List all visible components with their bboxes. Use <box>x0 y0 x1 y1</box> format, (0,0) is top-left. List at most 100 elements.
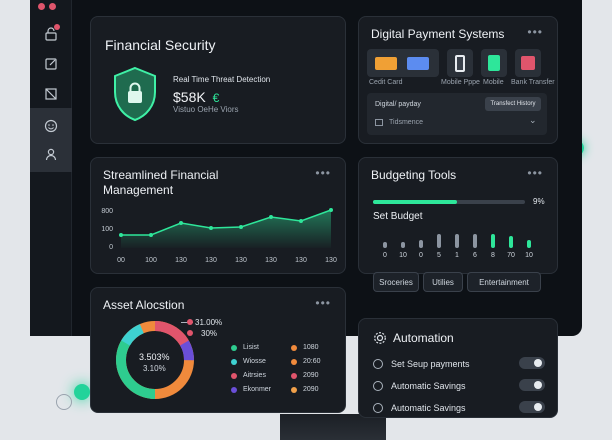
gear-icon <box>374 332 386 344</box>
legend-label: Lisist <box>243 344 259 351</box>
budget-bar-label: 10 <box>525 252 533 259</box>
automation-item-2: Automatic Savings <box>391 381 466 391</box>
automation-toggle-bg-1 <box>519 355 545 371</box>
legend-value: 20:60 <box>303 358 321 365</box>
data-point <box>119 233 123 237</box>
automation-toggle-3[interactable] <box>519 401 545 413</box>
budget-progress-track <box>373 200 525 204</box>
category-chip-entertainment[interactable]: Entertainment <box>467 272 541 292</box>
data-point <box>299 219 303 223</box>
trend-chart: 800100000 100 130 130 130 130 130 130 <box>101 208 337 264</box>
legend-value-dot <box>291 373 297 379</box>
asset-allocation-card: Asset Alocstion ••• 3.503% 3.10% 31.00% … <box>90 287 346 413</box>
callout-dot-1 <box>187 319 193 325</box>
budget-bar-label: 0 <box>419 252 423 259</box>
slash-icon <box>45 88 57 100</box>
data-point <box>269 215 273 219</box>
automation-toggle-bg-3 <box>519 399 545 415</box>
financial-security-card: Financial Security Real Time Threat Dete… <box>90 16 346 144</box>
payment-panel-label: Digital/ payday <box>375 101 421 108</box>
window-controls <box>38 0 56 15</box>
x-tick-label: 130 <box>175 257 187 264</box>
budget-bar-label: 6 <box>473 252 477 259</box>
legend-dot <box>231 387 237 393</box>
legend-dot <box>231 359 237 365</box>
payment-method-card[interactable] <box>367 49 439 77</box>
category-chip-utilities[interactable]: Utilies <box>423 272 463 292</box>
y-tick-label: 800 <box>101 208 113 215</box>
budget-bar <box>401 242 405 248</box>
mobile-app-icon <box>488 55 500 71</box>
payment-systems-card: Digital Payment Systems ••• Cedit Card M… <box>358 16 558 144</box>
legend-dot <box>231 373 237 379</box>
callout-dot-2 <box>187 330 193 336</box>
payment-more-icon[interactable]: ••• <box>527 25 543 39</box>
payment-method-mobile[interactable] <box>481 49 507 77</box>
payment-method-label-card: Cedit Card <box>369 79 403 86</box>
bank-transfer-icon <box>521 56 535 70</box>
payment-method-mobile-pay[interactable] <box>447 49 473 77</box>
x-tick-label: 130 <box>205 257 217 264</box>
security-subtext: Vistuo OeHe Viors <box>173 105 239 114</box>
budget-more-icon[interactable]: ••• <box>527 166 543 180</box>
legend-value: 2090 <box>303 372 319 379</box>
budget-bar-label: 0 <box>383 252 387 259</box>
automation-item-3: Automatic Savings <box>391 403 466 413</box>
automation-toggle-2[interactable] <box>519 379 545 391</box>
legend-label: Wiosse <box>243 358 266 365</box>
budget-bar <box>383 242 387 248</box>
payment-method-label-mobile-pay: Mobile Pppe <box>441 79 480 86</box>
asset-allocation-title: Asset Alocstion <box>103 298 185 312</box>
legend-label: Aitrsies <box>243 372 266 379</box>
legend-value-dot <box>291 345 297 351</box>
data-point <box>149 233 153 237</box>
document-icon <box>375 119 383 126</box>
budget-bar <box>455 234 459 248</box>
automation-radio-2[interactable] <box>373 381 383 391</box>
budget-bar <box>419 240 423 248</box>
decor-glow-left <box>74 384 90 400</box>
automation-toggle-1[interactable] <box>519 357 545 369</box>
shield-lock-icon <box>114 66 156 122</box>
y-tick-label: 0 <box>109 244 113 251</box>
budget-bars: 0 10 0 5 1 6 8 70 10 <box>383 232 543 262</box>
asset-more-icon[interactable]: ••• <box>315 296 331 310</box>
management-more-icon[interactable]: ••• <box>315 166 331 180</box>
budgeting-tools-card: Budgeting Tools ••• 9% Set Budget 0 10 0 5 1… <box>358 157 558 292</box>
financial-security-title: Financial Security <box>105 37 216 53</box>
credit-card-icon <box>375 57 397 70</box>
payment-panel: Digital/ payday Transfect History Tidsme… <box>367 93 547 135</box>
callout-2: 30% <box>201 329 218 338</box>
transaction-history-button[interactable]: Transfect History <box>485 97 541 111</box>
data-point <box>209 226 213 230</box>
donut-center-bottom: 3.10% <box>143 364 166 373</box>
x-tick-label: 130 <box>265 257 277 264</box>
smile-icon <box>44 119 58 133</box>
budget-bar <box>509 236 513 248</box>
budget-bar <box>491 234 495 248</box>
automation-toggle-bg-2 <box>519 377 545 393</box>
y-tick-label: 100 <box>101 226 113 233</box>
category-chip-groceries[interactable]: Sroceries <box>373 272 419 292</box>
automation-title: Automation <box>393 331 454 345</box>
budget-bar <box>527 240 531 248</box>
legend-value: 1080 <box>303 344 319 351</box>
legend-label: Ekonmer <box>243 386 272 393</box>
automation-item-1: Set Seup payments <box>391 359 470 369</box>
payment-method-bank[interactable] <box>515 49 541 77</box>
sidebar-item-disabled[interactable] <box>30 76 72 112</box>
decor-ring-left <box>56 394 72 410</box>
payment-method-label-bank: Bank Transfer <box>511 79 555 86</box>
automation-radio-1[interactable] <box>373 359 383 369</box>
data-point <box>239 225 243 229</box>
chevron-down-icon[interactable]: ⌄ <box>529 115 537 126</box>
donut-center-top: 3.503% <box>139 352 170 362</box>
legend-value-dot <box>291 387 297 393</box>
x-tick-label: 130 <box>325 257 337 264</box>
callout-1: 31.00% <box>195 318 223 327</box>
protected-amount: $58K € <box>173 89 220 105</box>
automation-radio-3[interactable] <box>373 403 383 413</box>
sidebar-item-profile[interactable] <box>30 136 72 172</box>
budget-bar-label: 70 <box>507 252 515 259</box>
budget-progress-fill <box>373 200 457 204</box>
